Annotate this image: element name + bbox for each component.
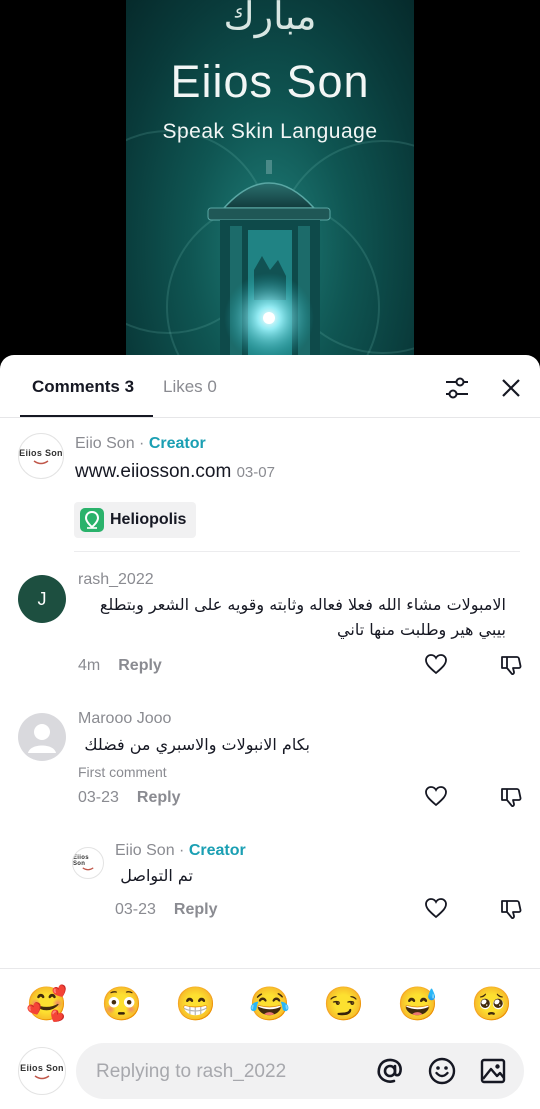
- at-sign-icon[interactable]: [376, 1057, 404, 1085]
- logo-mark-icon: [34, 1074, 50, 1079]
- smiley-icon[interactable]: [427, 1056, 457, 1086]
- filter-sliders-icon[interactable]: [442, 373, 472, 403]
- comment-time: 4m: [78, 657, 101, 674]
- comment-username[interactable]: Eiio Son · Creator: [75, 435, 206, 453]
- comment-input-row: Eiios Son: [0, 1041, 540, 1109]
- comment-username[interactable]: rash_2022: [78, 571, 154, 589]
- default-avatar-icon: [28, 724, 56, 753]
- logo-mark-icon: [82, 867, 94, 871]
- avatar-logo-text: Eiios Son: [20, 1062, 64, 1073]
- emoji-button[interactable]: 🥰: [26, 984, 67, 1024]
- divider: [74, 551, 520, 552]
- reply-button[interactable]: Reply: [118, 657, 162, 674]
- emoji-button[interactable]: 😅: [397, 984, 438, 1024]
- comment-text: بكام الانبولات والاسبري من فضلك: [84, 735, 310, 754]
- quick-emoji-bar: 🥰 😳 😁 😂 😏 😅 🥺: [0, 968, 540, 1047]
- avatar-logo-text: Eiios Son: [73, 855, 89, 867]
- image-icon[interactable]: [479, 1057, 507, 1085]
- thumbs-down-icon[interactable]: [499, 785, 523, 809]
- location-chip[interactable]: Heliopolis: [74, 502, 197, 538]
- tab-likes[interactable]: Likes 0: [163, 377, 217, 397]
- post-date: 03-07: [236, 464, 275, 481]
- comments-sheet: Comments 3 Likes 0 Eiios Son Eiio Son · …: [0, 355, 540, 1109]
- logo-mark-icon: [33, 459, 49, 464]
- active-tab-indicator: [20, 415, 153, 417]
- comment-username[interactable]: Eiio Son · Creator: [115, 842, 246, 860]
- reply-button[interactable]: Reply: [174, 901, 218, 918]
- emoji-button[interactable]: 🥺: [471, 984, 512, 1024]
- comment-meta: 4m Reply: [78, 657, 162, 675]
- avatar[interactable]: Eiios Son: [72, 847, 104, 879]
- avatar[interactable]: J: [18, 575, 66, 623]
- emoji-button[interactable]: 😂: [249, 984, 290, 1024]
- emoji-button[interactable]: 😁: [175, 984, 216, 1024]
- emoji-button[interactable]: 😳: [101, 984, 142, 1024]
- comment-username[interactable]: Marooo Jooo: [78, 710, 171, 728]
- video-tagline: Speak Skin Language: [162, 120, 378, 143]
- comment-time: 03-23: [78, 789, 119, 806]
- avatar[interactable]: Eiios Son: [18, 433, 64, 479]
- close-icon[interactable]: [496, 373, 526, 403]
- first-comment-badge: First comment: [78, 764, 167, 780]
- reply-button[interactable]: Reply: [137, 789, 181, 806]
- video-arabic-logo: مبارك: [223, 0, 317, 38]
- comment-text: الامبولات مشاء الله فعلا فعاله وثابته وق…: [99, 595, 506, 639]
- tab-comments[interactable]: Comments 3: [32, 377, 134, 397]
- video-player[interactable]: مبارك Eiios Son Speak Skin Language: [126, 0, 414, 380]
- heart-outline-icon[interactable]: [424, 653, 448, 675]
- creator-badge: Creator: [148, 435, 206, 452]
- avatar-logo-text: Eiios Son: [19, 447, 63, 458]
- avatar[interactable]: [18, 713, 66, 761]
- comment-meta: 03-23 Reply: [115, 901, 218, 919]
- comment-meta: 03-23 Reply: [78, 789, 181, 807]
- thumbs-down-icon[interactable]: [499, 897, 523, 921]
- comment-time: 03-23: [115, 901, 156, 918]
- post-link-text[interactable]: www.eiiosson.com 03-07: [75, 461, 275, 483]
- video-brand-title: Eiios Son: [170, 56, 370, 107]
- creator-badge: Creator: [188, 842, 246, 859]
- comment-input-box: [76, 1043, 524, 1101]
- lantern-illustration: [207, 160, 331, 380]
- avatar[interactable]: Eiios Son: [18, 1047, 66, 1095]
- comment-input[interactable]: [94, 1043, 368, 1101]
- comment-text: تم التواصل: [120, 866, 193, 885]
- sheet-tabs: Comments 3 Likes 0: [0, 355, 540, 418]
- location-label: Heliopolis: [110, 511, 187, 528]
- heart-outline-icon[interactable]: [424, 897, 448, 919]
- location-pin-icon: [80, 508, 104, 532]
- emoji-button[interactable]: 😏: [323, 984, 364, 1024]
- thumbs-down-icon[interactable]: [499, 653, 523, 677]
- heart-outline-icon[interactable]: [424, 785, 448, 807]
